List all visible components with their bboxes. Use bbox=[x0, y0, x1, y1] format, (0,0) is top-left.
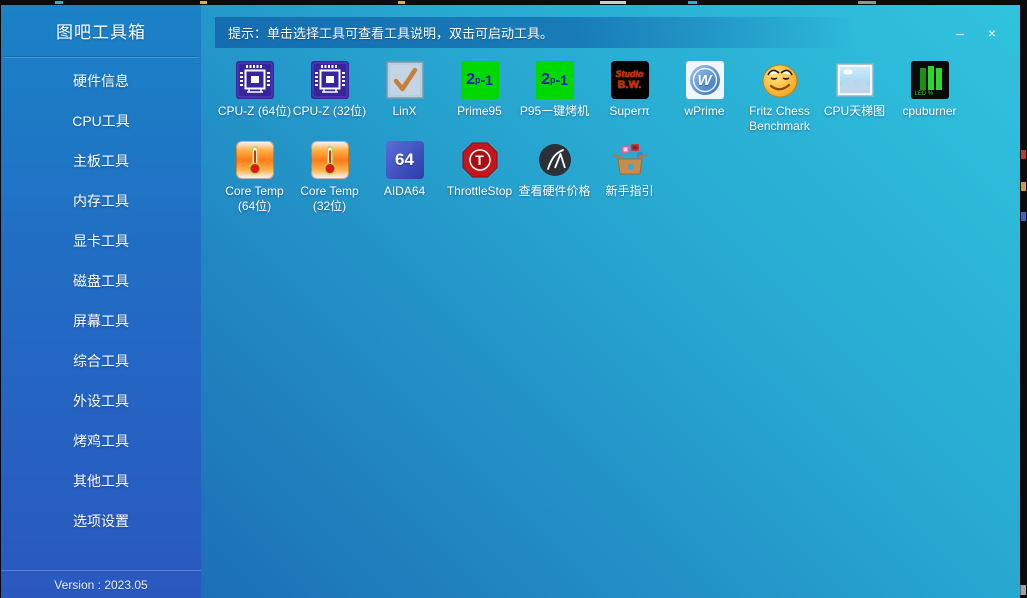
wprime-letter: W bbox=[697, 71, 712, 89]
sidebar-item-hardware-info[interactable]: 硬件信息 bbox=[1, 61, 201, 101]
sidebar-item-stress-tools[interactable]: 烤鸡工具 bbox=[1, 421, 201, 461]
tool-throttlestop[interactable]: T ThrottleStop bbox=[442, 138, 517, 218]
thermometer-icon bbox=[310, 141, 349, 179]
tools-row-2: Core Temp (64位) Core Temp (32位) 64 AIDA6… bbox=[217, 138, 975, 218]
mersenne-tail: -1 bbox=[555, 72, 568, 88]
tool-coretemp-32[interactable]: Core Temp (32位) bbox=[292, 138, 367, 218]
w-circle-icon: W bbox=[685, 61, 724, 99]
thermometer-icon bbox=[235, 141, 274, 179]
checkmark-icon bbox=[385, 61, 424, 99]
cpuz-chip-icon bbox=[235, 61, 274, 99]
tool-label: AIDA64 bbox=[383, 184, 426, 198]
desktop-artifact bbox=[600, 1, 626, 4]
tool-label: Superπ bbox=[609, 104, 650, 118]
app-title: 图吧工具箱 bbox=[56, 23, 146, 42]
tool-label: CPU-Z (64位) bbox=[217, 104, 292, 118]
tip-bar: 提示：单击选择工具可查看工具说明，双击可启动工具。 bbox=[215, 17, 1020, 48]
desktop-artifact bbox=[858, 1, 876, 4]
tool-cpu-ladder[interactable]: CPU天梯图 bbox=[817, 58, 892, 138]
tool-wprime[interactable]: W wPrime bbox=[667, 58, 742, 138]
tool-hardware-price[interactable]: 查看硬件价格 bbox=[517, 138, 592, 218]
sidebar-item-gpu-tools[interactable]: 显卡工具 bbox=[1, 221, 201, 261]
tip-text: 提示：单击选择工具可查看工具说明，双击可启动工具。 bbox=[228, 26, 554, 41]
tool-label: 查看硬件价格 bbox=[518, 184, 591, 198]
tool-label: Core Temp (64位) bbox=[225, 184, 284, 213]
tool-superpi[interactable]: Studio B.W. Superπ bbox=[592, 58, 667, 138]
sidebar-item-options[interactable]: 选项设置 bbox=[1, 501, 201, 541]
tool-label: Core Temp (32位) bbox=[300, 184, 359, 213]
mersenne-tail: -1 bbox=[480, 72, 493, 88]
desktop-artifact bbox=[1020, 585, 1026, 595]
mersenne-2p1-icon: 2 p -1 bbox=[535, 61, 574, 99]
tool-fritz-chess[interactable]: Fritz Chess Benchmark bbox=[742, 58, 817, 138]
sidebar-item-other-tools[interactable]: 其他工具 bbox=[1, 461, 201, 501]
version-label: Version : 2023.05 bbox=[1, 570, 201, 598]
tool-label: cpuburner bbox=[902, 104, 957, 118]
close-button[interactable]: × bbox=[976, 17, 1008, 48]
green-bars-icon: LED % bbox=[910, 61, 949, 99]
app-window: 图吧工具箱 硬件信息 CPU工具 主板工具 内存工具 显卡工具 磁盘工具 屏幕工… bbox=[1, 5, 1020, 598]
stop-sign-icon: T bbox=[461, 141, 499, 179]
desktop-artifact bbox=[1021, 150, 1026, 159]
aida64-text: 64 bbox=[395, 150, 414, 169]
screen: 图吧工具箱 硬件信息 CPU工具 主板工具 内存工具 显卡工具 磁盘工具 屏幕工… bbox=[0, 0, 1027, 598]
price-logo-icon bbox=[536, 141, 574, 179]
tool-cpuburner[interactable]: LED % cpuburner bbox=[892, 58, 967, 138]
tool-label: ThrottleStop bbox=[446, 184, 513, 198]
tool-cpuz-64[interactable]: CPU-Z (64位) bbox=[217, 58, 292, 138]
tool-label: CPU-Z (32位) bbox=[292, 104, 367, 118]
throttlestop-letter: T bbox=[475, 152, 484, 168]
tool-label: CPU天梯图 bbox=[823, 104, 886, 118]
sidebar-item-peripheral-tools[interactable]: 外设工具 bbox=[1, 381, 201, 421]
main-area: 提示：单击选择工具可查看工具说明，双击可启动工具。 – × CPU-Z (64位… bbox=[201, 5, 1020, 598]
superpi-line1: Studio bbox=[615, 69, 644, 79]
landscape-picture-icon bbox=[835, 63, 874, 97]
sidebar-item-disk-tools[interactable]: 磁盘工具 bbox=[1, 261, 201, 301]
desktop-artifact bbox=[200, 1, 207, 4]
tool-prime95[interactable]: 2 p -1 Prime95 bbox=[442, 58, 517, 138]
tool-label: LinX bbox=[392, 104, 417, 118]
desktop-artifact bbox=[688, 1, 697, 4]
desktop-artifact bbox=[398, 1, 405, 4]
studio-bw-icon: Studio B.W. bbox=[610, 61, 649, 99]
tool-aida64[interactable]: 64 AIDA64 bbox=[367, 138, 442, 218]
cpuburner-led-text: LED % bbox=[914, 91, 934, 97]
tool-p95-burnin[interactable]: 2 p -1 P95一键烤机 bbox=[517, 58, 592, 138]
mersenne-base: 2 bbox=[466, 71, 475, 88]
minimize-button[interactable]: – bbox=[944, 17, 976, 48]
tool-label: 新手指引 bbox=[605, 184, 654, 198]
superpi-line2: B.W. bbox=[617, 79, 642, 91]
tool-cpuz-32[interactable]: CPU-Z (32位) bbox=[292, 58, 367, 138]
desktop-artifact bbox=[1021, 182, 1026, 191]
sidebar-item-general-tools[interactable]: 综合工具 bbox=[1, 341, 201, 381]
tool-label: Fritz Chess Benchmark bbox=[749, 104, 810, 133]
sidebar-menu: 硬件信息 CPU工具 主板工具 内存工具 显卡工具 磁盘工具 屏幕工具 综合工具… bbox=[1, 58, 201, 570]
sidebar-item-memory-tools[interactable]: 内存工具 bbox=[1, 181, 201, 221]
sidebar: 图吧工具箱 硬件信息 CPU工具 主板工具 内存工具 显卡工具 磁盘工具 屏幕工… bbox=[1, 5, 201, 598]
sidebar-item-screen-tools[interactable]: 屏幕工具 bbox=[1, 301, 201, 341]
tool-beginner-guide[interactable]: 新手指引 bbox=[592, 138, 667, 218]
mersenne-2p1-icon: 2 p -1 bbox=[460, 61, 499, 99]
tool-label: wPrime bbox=[684, 104, 725, 118]
tool-coretemp-64[interactable]: Core Temp (64位) bbox=[217, 138, 292, 218]
desktop-artifact bbox=[55, 1, 63, 4]
window-controls: – × bbox=[944, 17, 1008, 48]
tool-linx[interactable]: LinX bbox=[367, 58, 442, 138]
tool-label: Prime95 bbox=[457, 104, 502, 118]
tool-label: P95一键烤机 bbox=[519, 104, 590, 118]
mersenne-base: 2 bbox=[541, 71, 550, 88]
cpuz-chip-icon bbox=[310, 61, 349, 99]
tools-grid: CPU-Z (64位) CPU-Z (32位) LinX 2 p -1 Prim… bbox=[217, 58, 975, 218]
sidebar-item-motherboard-tools[interactable]: 主板工具 bbox=[1, 141, 201, 181]
sidebar-item-cpu-tools[interactable]: CPU工具 bbox=[1, 101, 201, 141]
desktop-artifact bbox=[1021, 212, 1026, 221]
toolbox-icon bbox=[610, 140, 650, 180]
tools-row-1: CPU-Z (64位) CPU-Z (32位) LinX 2 p -1 Prim… bbox=[217, 58, 975, 138]
smiley-icon bbox=[760, 60, 800, 100]
aida64-icon: 64 bbox=[385, 141, 424, 179]
desktop-edge-right bbox=[1020, 0, 1027, 598]
